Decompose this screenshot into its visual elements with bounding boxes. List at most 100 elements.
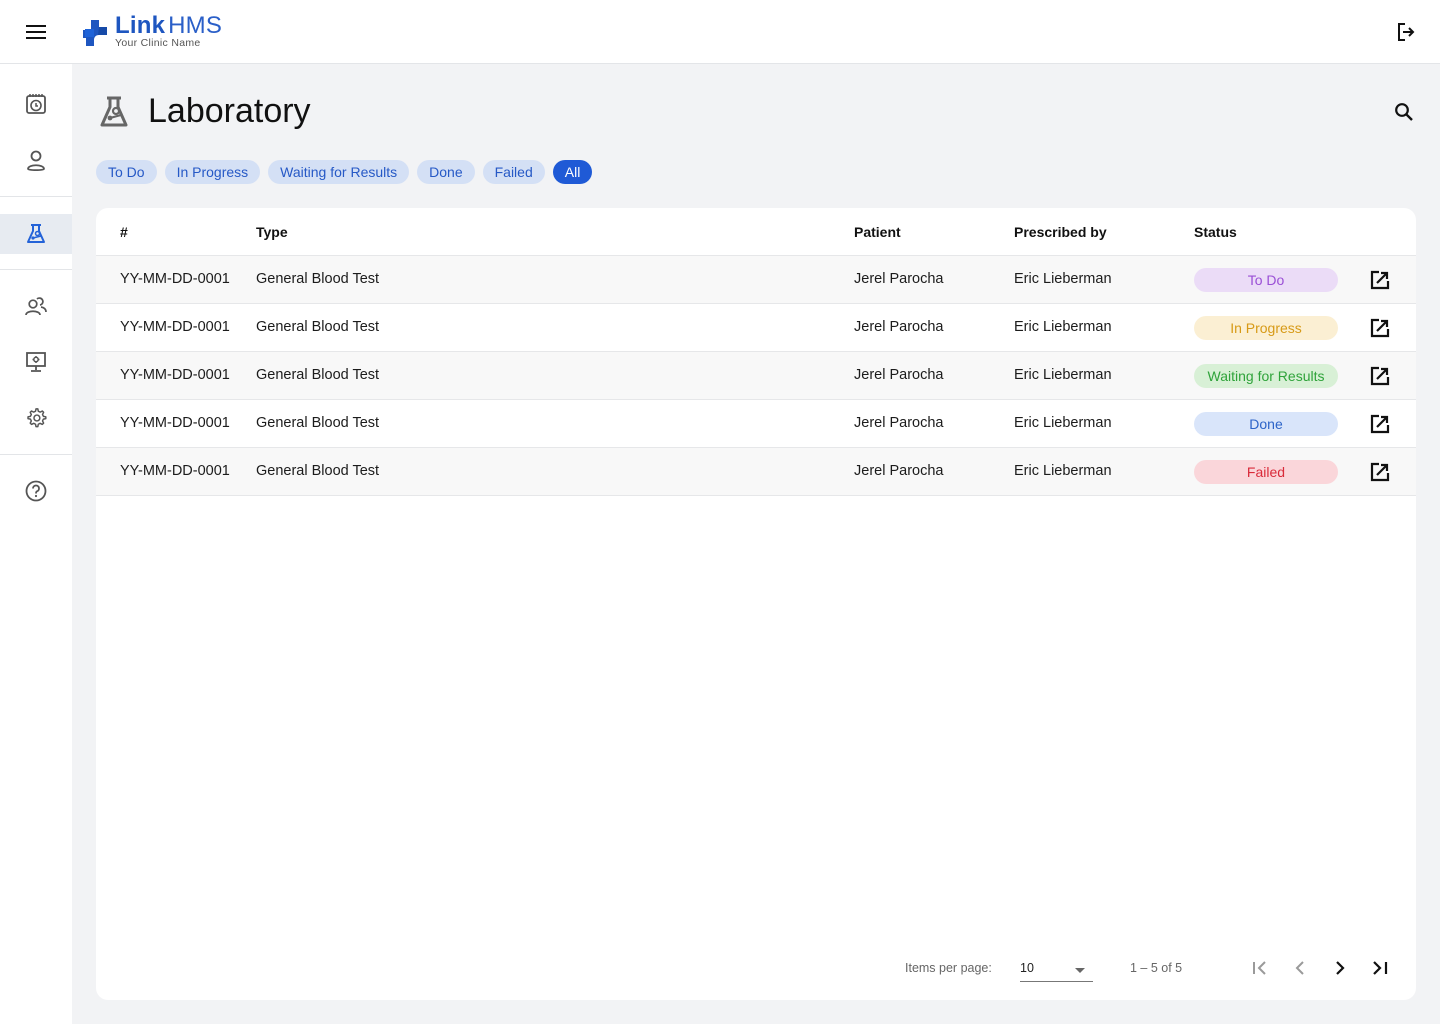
items-per-page-select[interactable]: 10 [1020,956,1093,982]
last-page-button[interactable] [1368,956,1392,980]
open-record-button[interactable] [1368,316,1392,340]
sidebar-divider [0,269,72,270]
column-header-number[interactable]: # [120,224,128,240]
logo-cross-icon [83,20,107,46]
clinic-name: Your Clinic Name [115,37,201,49]
last-page-icon [1373,961,1388,975]
cell-type: General Blood Test [256,415,380,431]
cell-prescribed-by: Eric Lieberman [1014,463,1112,479]
calendar-clock-icon [26,94,46,114]
sidebar-item-staff[interactable] [0,286,72,326]
cell-patient: Jerel Parocha [854,415,944,431]
open-in-new-icon [1370,462,1390,482]
open-in-new-icon [1370,414,1390,434]
cell-prescribed-by: Eric Lieberman [1014,367,1112,383]
table-row[interactable]: YY-MM-DD-0001 General Blood Test Jerel Par… [96,352,1416,400]
help-circle-icon [25,480,47,502]
sidebar-divider [0,454,72,455]
logout-icon [1398,23,1415,41]
dropdown-caret-icon [1075,968,1085,973]
column-header-type[interactable]: Type [256,224,288,240]
table-header: # Type Patient Prescribed by Status [96,208,1416,256]
cell-type: General Blood Test [256,367,380,383]
monitor-settings-icon [26,352,46,372]
items-per-page-value: 10 [1020,961,1034,975]
first-page-button[interactable] [1248,956,1272,980]
flask-icon [27,224,45,243]
flask-icon [100,96,128,127]
table-row[interactable]: YY-MM-DD-0001 General Blood Test Jerel Par… [96,304,1416,352]
table-row[interactable]: YY-MM-DD-0001 General Blood Test Jerel Par… [96,400,1416,448]
open-in-new-icon [1370,270,1390,290]
paginator: Items per page: 10 1 – 5 of 5 [96,948,1416,988]
cell-id: YY-MM-DD-0001 [120,415,230,431]
open-in-new-icon [1370,318,1390,338]
cell-type: General Blood Test [256,463,380,479]
person-icon [27,150,45,171]
cell-prescribed-by: Eric Lieberman [1014,319,1112,335]
table-row[interactable]: YY-MM-DD-0001 General Blood Test Jerel Par… [96,256,1416,304]
filter-chip-done[interactable]: Done [417,160,475,184]
cell-id: YY-MM-DD-0001 [120,319,230,335]
app-logo[interactable]: Link HMS Your Clinic Name [83,14,222,49]
hamburger-icon [26,25,46,39]
filter-chip-failed[interactable]: Failed [482,160,545,184]
gear-icon [27,408,47,428]
next-page-button[interactable] [1328,956,1352,980]
menu-button[interactable] [20,16,52,48]
people-icon [25,297,47,316]
items-per-page-label: Items per page: [905,961,992,975]
column-header-prescribed-by[interactable]: Prescribed by [1014,224,1107,240]
page-range-label: 1 – 5 of 5 [1130,961,1183,975]
open-record-button[interactable] [1368,364,1392,388]
top-app-bar: Link HMS Your Clinic Name [0,0,1440,64]
brand-name: HMS [168,12,223,39]
cell-id: YY-MM-DD-0001 [120,271,230,287]
status-badge-to-do: To Do [1194,268,1338,292]
cell-patient: Jerel Parocha [854,367,944,383]
cell-prescribed-by: Eric Lieberman [1014,415,1112,431]
first-page-icon [1253,961,1266,975]
chevron-right-icon [1336,961,1345,975]
cell-id: YY-MM-DD-0001 [120,463,230,479]
filter-chip-waiting-for-results[interactable]: Waiting for Results [268,160,410,184]
status-filter-chips: To Do In Progress Waiting for Results Do… [96,160,593,184]
cell-id: YY-MM-DD-0001 [120,367,230,383]
table-row[interactable]: YY-MM-DD-0001 General Blood Test Jerel Par… [96,448,1416,496]
page-title: Laboratory [148,92,311,130]
filter-chip-all[interactable]: All [552,160,593,184]
filter-chip-to-do[interactable]: To Do [96,160,157,184]
sidebar [0,64,72,1024]
cell-patient: Jerel Parocha [854,463,944,479]
cell-type: General Blood Test [256,271,380,287]
sidebar-item-appointments[interactable] [0,84,72,124]
status-badge-failed: Failed [1194,460,1338,484]
open-in-new-icon [1370,366,1390,386]
chevron-left-icon [1295,961,1304,975]
brand-name-bold: Link [115,12,166,39]
search-icon [1395,103,1413,121]
column-header-patient[interactable]: Patient [854,224,901,240]
sidebar-item-settings[interactable] [0,398,72,438]
open-record-button[interactable] [1368,268,1392,292]
open-record-button[interactable] [1368,412,1392,436]
sidebar-item-laboratory[interactable] [0,214,72,254]
logout-button[interactable] [1392,18,1420,46]
status-badge-in-progress: In Progress [1194,316,1338,340]
lab-orders-table: # Type Patient Prescribed by Status YY-M… [96,208,1416,1000]
sidebar-divider [0,196,72,197]
cell-patient: Jerel Parocha [854,271,944,287]
filter-chip-in-progress[interactable]: In Progress [164,160,261,184]
cell-patient: Jerel Parocha [854,319,944,335]
sidebar-item-help[interactable] [0,471,72,511]
status-badge-waiting-for-results: Waiting for Results [1194,364,1338,388]
status-badge-done: Done [1194,412,1338,436]
cell-type: General Blood Test [256,319,380,335]
cell-prescribed-by: Eric Lieberman [1014,271,1112,287]
sidebar-item-patients[interactable] [0,140,72,180]
sidebar-item-display[interactable] [0,342,72,382]
column-header-status[interactable]: Status [1194,224,1237,240]
previous-page-button[interactable] [1288,956,1312,980]
open-record-button[interactable] [1368,460,1392,484]
search-button[interactable] [1390,98,1418,126]
